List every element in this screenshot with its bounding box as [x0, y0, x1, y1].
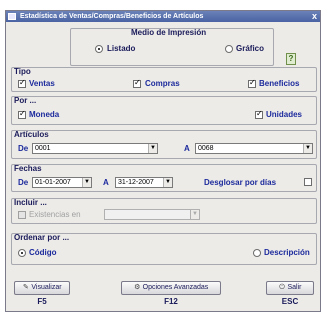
salir-button[interactable]: ⏻ Salir	[266, 281, 314, 295]
articulo-hasta-value: 0068	[198, 145, 214, 152]
articulo-hasta-select[interactable]: 0068 ▼	[195, 143, 313, 154]
articulos-de-label: De	[18, 144, 29, 153]
visualizar-button-label: Visualizar	[31, 284, 62, 291]
fechas-a-label: A	[103, 178, 109, 187]
chevron-down-icon[interactable]: ▼	[190, 210, 199, 219]
app-icon	[8, 13, 16, 20]
fechas-label: Fechas	[14, 164, 42, 173]
codigo-label: Código	[29, 248, 57, 257]
articulo-desde-value: 0001	[35, 145, 51, 152]
fechas-group: Fechas De 01-01-2007 ▼ A 31-12-2007 ▼ De…	[11, 164, 317, 192]
fecha-desde-value: 01-01-2007	[35, 179, 71, 186]
fechas-de-label: De	[18, 178, 29, 187]
salir-key: ESC	[281, 297, 299, 306]
por-label: Por ...	[14, 96, 37, 105]
help-icon[interactable]: ?	[286, 53, 296, 65]
articulos-label: Artículos	[14, 130, 49, 139]
ordenar-label: Ordenar por ...	[14, 233, 70, 242]
ordenar-group: Ordenar por ... Código Descripción	[11, 233, 317, 265]
existencias-checkbox[interactable]	[18, 211, 26, 219]
ventas-checkbox[interactable]	[18, 78, 26, 88]
opciones-avanzadas-key: F12	[164, 297, 178, 306]
articulos-a-label: A	[184, 144, 190, 153]
desglosar-checkbox[interactable]	[304, 178, 312, 186]
salir-button-label: Salir	[287, 284, 302, 291]
beneficios-checkbox[interactable]	[248, 78, 256, 88]
beneficios-label: Beneficios	[259, 79, 300, 88]
chevron-down-icon[interactable]: ▼	[148, 144, 157, 153]
tipo-label: Tipo	[14, 67, 31, 76]
articulo-desde-select[interactable]: 0001 ▼	[32, 143, 158, 154]
grafico-label: Gráfico	[236, 44, 265, 53]
chevron-down-icon[interactable]: ▼	[303, 144, 312, 153]
visualizar-button[interactable]: ✎ Visualizar	[14, 281, 70, 295]
por-group: Por ... Moneda Unidades	[11, 96, 317, 125]
fecha-hasta-value: 31-12-2007	[118, 179, 154, 186]
title-bar: Estadística de Ventas/Compras/Beneficios…	[6, 11, 320, 22]
moneda-label: Moneda	[29, 110, 60, 119]
medio-impresion-group: Medio de Impresión Listado Gráfico	[70, 28, 274, 66]
ventas-label: Ventas	[29, 79, 55, 88]
tipo-group: Tipo Ventas Compras Beneficios	[11, 67, 317, 92]
exit-icon: ⏻	[279, 284, 285, 291]
opciones-avanzadas-button[interactable]: ⚙ Opciones Avanzadas	[121, 281, 221, 295]
existencias-label: Existencias en	[29, 210, 81, 219]
chevron-down-icon[interactable]: ▼	[163, 178, 172, 187]
codigo-radio[interactable]	[18, 249, 26, 257]
medio-impresion-label: Medio de Impresión	[131, 28, 207, 37]
listado-radio[interactable]	[95, 45, 103, 53]
close-icon[interactable]: x	[312, 11, 317, 22]
incluir-group: Incluir ... Existencias en ▼	[11, 198, 317, 224]
visualizar-key: F5	[37, 297, 47, 306]
descripcion-label: Descripción	[264, 248, 310, 257]
opciones-avanzadas-button-label: Opciones Avanzadas	[142, 284, 209, 291]
listado-label: Listado	[107, 44, 136, 53]
compras-checkbox[interactable]	[133, 78, 141, 88]
compras-label: Compras	[145, 79, 180, 88]
grafico-radio[interactable]	[225, 45, 233, 53]
descripcion-radio[interactable]	[253, 249, 261, 257]
moneda-checkbox[interactable]	[18, 109, 26, 119]
desglosar-label: Desglosar por días	[204, 178, 277, 187]
fecha-desde-select[interactable]: 01-01-2007 ▼	[32, 177, 92, 188]
existencias-select[interactable]: ▼	[104, 209, 200, 220]
pencil-icon: ✎	[22, 284, 29, 291]
chevron-down-icon[interactable]: ▼	[82, 178, 91, 187]
settings-icon: ⚙	[134, 284, 141, 291]
report-dialog-window: Estadística de Ventas/Compras/Beneficios…	[5, 10, 321, 312]
unidades-label: Unidades	[266, 110, 303, 119]
incluir-label: Incluir ...	[14, 198, 47, 207]
fecha-hasta-select[interactable]: 31-12-2007 ▼	[115, 177, 173, 188]
articulos-group: Artículos De 0001 ▼ A 0068 ▼	[11, 130, 317, 159]
unidades-checkbox[interactable]	[255, 109, 263, 119]
window-title: Estadística de Ventas/Compras/Beneficios…	[20, 13, 204, 20]
